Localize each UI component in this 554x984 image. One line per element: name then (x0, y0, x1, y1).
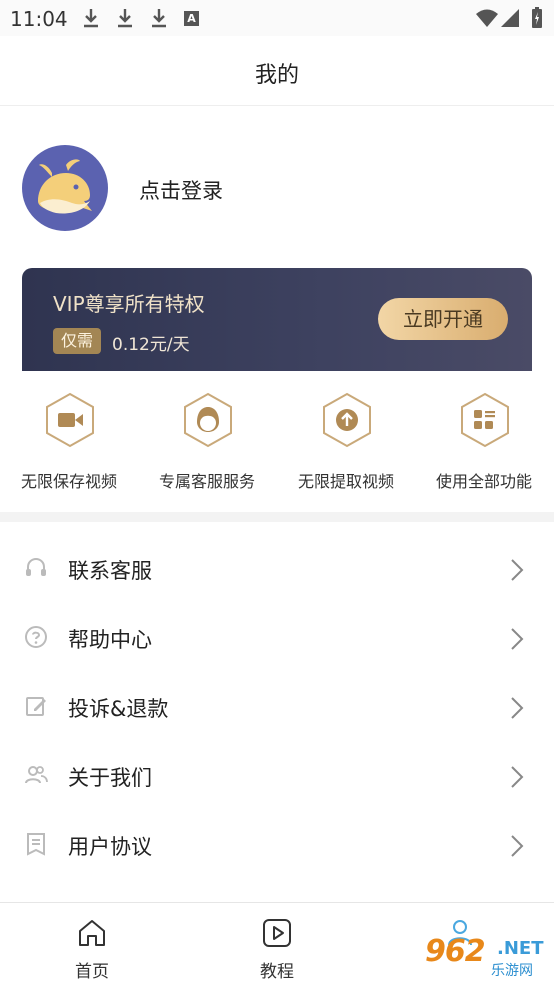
download-icon (152, 9, 166, 28)
watermark-sub: 乐游网 (491, 963, 533, 979)
menu-item-complaint-refund[interactable]: 投诉&退款 (0, 674, 554, 740)
whale-logo-icon (38, 159, 92, 214)
section-divider (0, 512, 554, 522)
nav-label: 教程 (260, 962, 294, 982)
chevron-right-icon (511, 697, 524, 719)
signal-icon (501, 9, 519, 27)
feature-label: 使用全部功能 (435, 472, 532, 491)
feature-label: 无限提取视频 (297, 472, 394, 491)
menu-item-help-center[interactable]: 帮助中心 (0, 605, 554, 671)
feature-unlimited-extract[interactable]: 无限提取视频 (277, 392, 415, 492)
home-icon (79, 920, 105, 946)
nav-label: 首页 (75, 962, 109, 982)
watermark-main: 962 (425, 934, 486, 969)
menu-label: 投诉&退款 (68, 697, 169, 721)
chevron-right-icon (511, 766, 524, 788)
status-time: 11:04 (10, 7, 68, 31)
upload-icon (323, 392, 371, 448)
nav-tab-home[interactable]: 首页 (32, 903, 152, 984)
feature-customer-service[interactable]: 专属客服服务 (138, 392, 276, 492)
page-title: 我的 (254, 63, 299, 88)
headset-icon (26, 557, 46, 576)
grid-apps-icon (461, 392, 509, 448)
chevron-right-icon (511, 559, 524, 581)
feature-label: 无限保存视频 (20, 472, 117, 491)
question-icon (25, 626, 47, 648)
watermark-logo: 962 .NET 乐游网 (415, 918, 551, 980)
download-icon (118, 9, 132, 28)
customer-service-icon (184, 392, 232, 448)
menu-label: 帮助中心 (68, 628, 152, 652)
menu-item-contact-service[interactable]: 联系客服 (0, 536, 554, 602)
chevron-right-icon (511, 628, 524, 650)
play-icon (263, 919, 291, 947)
feature-unlimited-save[interactable]: 无限保存视频 (0, 392, 138, 492)
vip-price-badge: 仅需 (53, 328, 102, 354)
menu-label: 用户协议 (68, 835, 152, 859)
vip-title: VIP尊享所有特权 (53, 292, 205, 316)
wifi-icon (476, 9, 498, 27)
edit-icon (26, 697, 46, 716)
watermark-suffix: .NET (497, 938, 544, 959)
battery-icon (532, 7, 542, 28)
login-link[interactable]: 点击登录 (139, 175, 223, 205)
app-notification-icon: A (184, 11, 199, 26)
avatar[interactable] (22, 145, 108, 231)
vip-price: 0.12元/天 (112, 335, 190, 355)
download-icon (84, 9, 98, 28)
feature-all-functions[interactable]: 使用全部功能 (415, 392, 553, 492)
feature-label: 专属客服服务 (158, 472, 255, 491)
chevron-right-icon (511, 835, 524, 857)
nav-tab-tutorial[interactable]: 教程 (217, 903, 337, 984)
status-bar: 11:04 A (0, 0, 554, 36)
vip-card[interactable]: VIP尊享所有特权 仅需 0.12元/天 立即开通 (22, 268, 532, 371)
menu-item-user-agreement[interactable]: 用户协议 (0, 812, 554, 878)
menu-label: 关于我们 (68, 766, 152, 790)
users-icon (25, 766, 48, 784)
video-camera-icon (46, 392, 94, 448)
activate-vip-button[interactable]: 立即开通 (378, 298, 508, 340)
menu-label: 联系客服 (68, 559, 152, 583)
document-icon (27, 833, 45, 856)
header: 我的 (0, 36, 554, 106)
menu-item-about-us[interactable]: 关于我们 (0, 743, 554, 809)
